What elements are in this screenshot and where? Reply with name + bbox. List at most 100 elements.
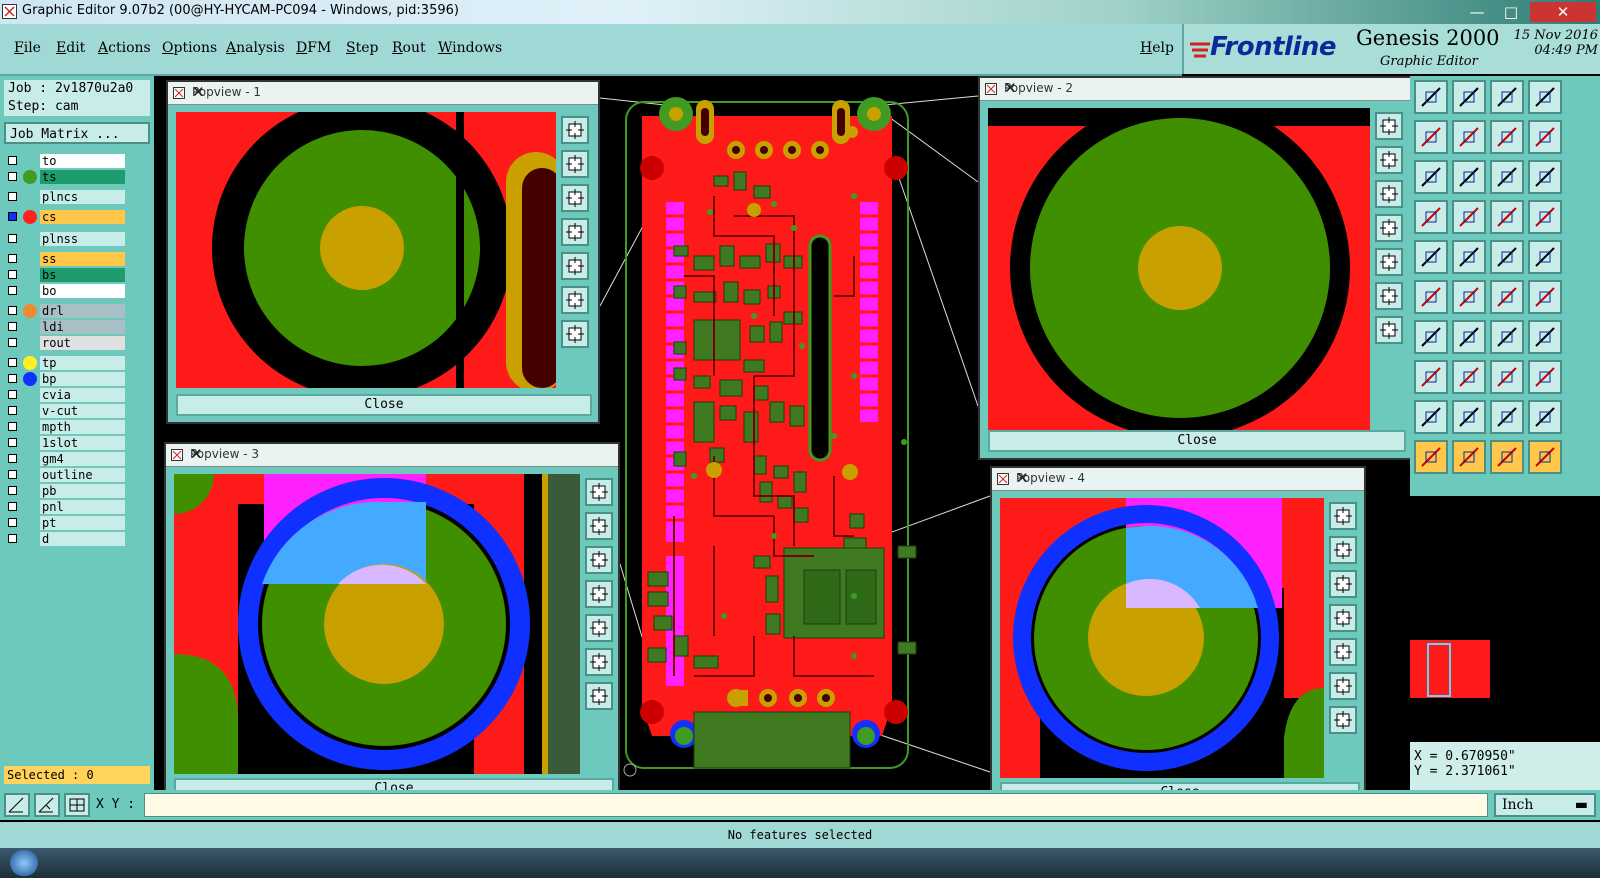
menu-step[interactable]: Step: [346, 40, 378, 56]
popview-3-view[interactable]: [174, 474, 580, 774]
layer-checkbox[interactable]: [8, 212, 17, 221]
layer-row-d[interactable]: d: [6, 532, 125, 546]
move-down-icon[interactable]: [1452, 80, 1486, 114]
layer-name[interactable]: plnss: [40, 232, 125, 246]
layer-checkbox[interactable]: [8, 286, 17, 295]
pan-right-icon[interactable]: [1329, 638, 1357, 666]
fork-icon[interactable]: [1528, 280, 1562, 314]
layer-checkbox[interactable]: [8, 270, 17, 279]
pan-left-icon[interactable]: [585, 580, 613, 608]
layer-row-cvia[interactable]: cvia: [6, 388, 125, 402]
angle-icon[interactable]: [34, 793, 60, 817]
pointer-c-icon[interactable]: [1490, 440, 1524, 474]
question-icon[interactable]: [1528, 160, 1562, 194]
layer-checkbox[interactable]: [8, 502, 17, 511]
popview-2-titlebar[interactable]: Popview - 2 ✕: [980, 78, 1410, 101]
layer-name[interactable]: ldi: [40, 320, 125, 334]
ruler-icon[interactable]: [1490, 240, 1524, 274]
popview-1-view[interactable]: [176, 112, 556, 388]
layer-row-gm4[interactable]: gm4: [6, 452, 125, 466]
grid-icon[interactable]: [64, 793, 90, 817]
layer-checkbox[interactable]: [8, 234, 17, 243]
minus-icon[interactable]: [1452, 360, 1486, 394]
layer-checkbox[interactable]: [8, 172, 17, 181]
pan-down-icon[interactable]: [1329, 570, 1357, 598]
layer-checkbox[interactable]: [8, 322, 17, 331]
menu-windows[interactable]: Windows: [438, 40, 502, 56]
arc-icon[interactable]: [1490, 280, 1524, 314]
layer-checkbox[interactable]: [8, 534, 17, 543]
zoom-in-icon[interactable]: [1375, 282, 1403, 310]
layer-row-bs[interactable]: bs: [6, 268, 125, 282]
connect-icon[interactable]: [1490, 200, 1524, 234]
triangle-icon[interactable]: [1414, 400, 1448, 434]
swap-icon[interactable]: [1490, 120, 1524, 154]
menu-help[interactable]: Help: [1140, 40, 1174, 56]
diag-icon[interactable]: [1452, 320, 1486, 354]
popview-1-close-x[interactable]: ✕: [192, 83, 590, 101]
scale-icon[interactable]: [1452, 160, 1486, 194]
layer-checkbox[interactable]: [8, 406, 17, 415]
layer-row-ss[interactable]: ss: [6, 252, 125, 266]
layer-name[interactable]: pb: [40, 484, 125, 498]
popview-1-close-button[interactable]: Close: [176, 394, 592, 416]
layer-name[interactable]: bs: [40, 268, 125, 282]
job-matrix-button[interactable]: Job Matrix ...: [4, 122, 150, 144]
pan-down-icon[interactable]: [561, 184, 589, 212]
minimize-button[interactable]: —: [1462, 2, 1492, 22]
layer-row-mpth[interactable]: mpth: [6, 420, 125, 434]
layer-row-ldi[interactable]: ldi: [6, 320, 125, 334]
zoom-out-icon[interactable]: [561, 320, 589, 348]
pan-right-icon[interactable]: [561, 252, 589, 280]
triangle-b-icon[interactable]: [1452, 400, 1486, 434]
layer-checkbox[interactable]: [8, 390, 17, 399]
layer-name[interactable]: outline: [40, 468, 125, 482]
layer-checkbox[interactable]: [8, 470, 17, 479]
menu-actions[interactable]: Actions: [98, 40, 151, 56]
layer-name[interactable]: rout: [40, 336, 125, 350]
pan-down-icon[interactable]: [585, 546, 613, 574]
popview-2[interactable]: Popview - 2 ✕ Close: [978, 76, 1412, 460]
popview-3-titlebar[interactable]: Popview - 3 ✕: [166, 444, 618, 467]
layer-checkbox[interactable]: [8, 254, 17, 263]
layer-checkbox[interactable]: [8, 306, 17, 315]
layer-row-bo[interactable]: bo: [6, 284, 125, 298]
grid-tool-icon[interactable]: [1528, 200, 1562, 234]
layer-row-outline[interactable]: outline: [6, 468, 125, 482]
probe-icon[interactable]: [1452, 200, 1486, 234]
layer-row-tp[interactable]: tp: [6, 356, 125, 370]
layer-name[interactable]: 1slot: [40, 436, 125, 450]
menu-rout[interactable]: Rout: [392, 40, 426, 56]
layer-checkbox[interactable]: [8, 338, 17, 347]
layer-row-rout[interactable]: rout: [6, 336, 125, 350]
home-icon[interactable]: [1490, 80, 1524, 114]
layer-name[interactable]: tp: [40, 356, 125, 370]
close-window-button[interactable]: ✕: [1530, 2, 1596, 22]
menu-analysis[interactable]: Analysis: [226, 40, 285, 56]
move-up-icon[interactable]: [1414, 80, 1448, 114]
pan-left-icon[interactable]: [1329, 604, 1357, 632]
popview-2-view[interactable]: [988, 108, 1370, 430]
zoom-fit-icon[interactable]: [1375, 112, 1403, 140]
pan-left-icon[interactable]: [1375, 214, 1403, 242]
undo-arc-icon[interactable]: [1490, 320, 1524, 354]
pointer-icon[interactable]: [1414, 440, 1448, 474]
layer-row-1slot[interactable]: 1slot: [6, 436, 125, 450]
layer-name[interactable]: ts: [40, 170, 125, 184]
layer-name[interactable]: bo: [40, 284, 125, 298]
pan-up-icon[interactable]: [561, 150, 589, 178]
layer-checkbox[interactable]: [8, 438, 17, 447]
measure-icon[interactable]: [1490, 360, 1524, 394]
zoom-out-icon[interactable]: [1329, 706, 1357, 734]
popview-4-close-x[interactable]: ✕: [1016, 469, 1356, 487]
zoom-fit-icon[interactable]: [585, 478, 613, 506]
window-icon[interactable]: [1528, 80, 1562, 114]
layer-row-ts[interactable]: ts: [6, 170, 125, 184]
layer-row-bp[interactable]: bp: [6, 372, 125, 386]
letter-a2-icon[interactable]: [1528, 400, 1562, 434]
popview-3[interactable]: Popview - 3 ✕ Close: [164, 442, 620, 808]
layer-name[interactable]: drl: [40, 304, 125, 318]
layer-row-to[interactable]: to: [6, 154, 125, 168]
stretch-icon[interactable]: [1414, 160, 1448, 194]
layer-row-pnl[interactable]: pnl: [6, 500, 125, 514]
